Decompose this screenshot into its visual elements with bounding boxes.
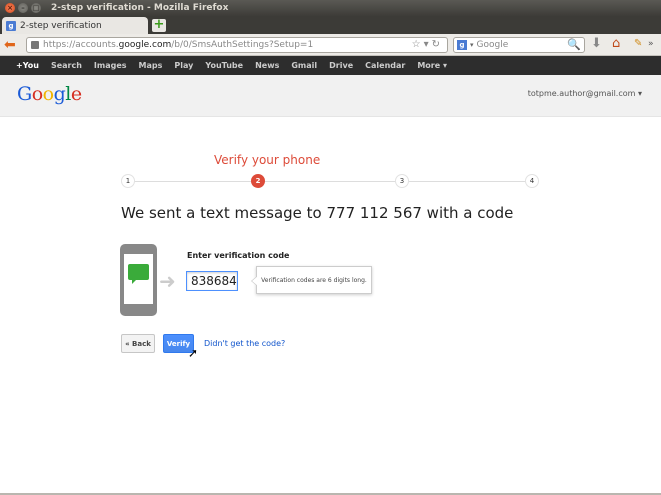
gbar-item-more[interactable]: More ▾ — [417, 61, 447, 70]
code-hint-tooltip: Verification codes are 6 digits long. — [251, 266, 372, 294]
search-engine-icon[interactable]: g — [457, 40, 467, 50]
maximize-window-icon[interactable]: □ — [31, 3, 41, 13]
close-window-icon[interactable]: × — [5, 3, 15, 13]
step-2-active: 2 — [251, 174, 265, 188]
bookmark-star-icon[interactable]: ☆▾↻ — [412, 39, 443, 50]
step-1: 1 — [121, 174, 135, 188]
mouse-cursor-icon: ➚ — [188, 346, 199, 360]
url-suffix: /b/0/SmsAuthSettings?Setup=1 — [171, 40, 314, 50]
gbar-item-drive[interactable]: Drive — [329, 61, 353, 70]
url-bar[interactable]: https://accounts. google.com/b/0/SmsAuthS… — [26, 37, 448, 53]
page-headline: We sent a text message to 777 112 567 wi… — [121, 204, 514, 222]
gbar-item-search[interactable]: Search — [51, 61, 82, 70]
phone-screen — [124, 254, 153, 304]
search-engine-dropdown-icon[interactable]: ▾ — [470, 41, 474, 49]
google-logo[interactable]: Google — [17, 83, 82, 105]
gbar-item-images[interactable]: Images — [94, 61, 127, 70]
extension-icon[interactable]: ✎ — [634, 37, 642, 51]
search-icon[interactable]: 🔍 — [567, 38, 581, 51]
tab-bar: g 2-step verification + — [0, 16, 661, 34]
minimize-window-icon[interactable]: – — [18, 3, 28, 13]
url-domain: google.com — [118, 40, 172, 50]
window-title: 2-step verification - Mozilla Firefox — [51, 3, 229, 13]
verification-code-input[interactable]: 838684 — [186, 271, 238, 291]
search-placeholder: Google — [476, 40, 509, 50]
overflow-chevron-icon[interactable]: » — [648, 37, 654, 51]
step-4: 4 — [525, 174, 539, 188]
gbar-item-you[interactable]: +You — [16, 61, 39, 70]
phone-illustration — [120, 244, 157, 316]
page-header: Google totpme.author@gmail.com ▾ — [0, 75, 661, 117]
account-menu[interactable]: totpme.author@gmail.com ▾ — [528, 89, 642, 98]
gbar-item-calendar[interactable]: Calendar — [365, 61, 405, 70]
window-titlebar: × – □ 2-step verification - Mozilla Fire… — [0, 0, 661, 16]
step-title: Verify your phone — [214, 153, 321, 167]
navigation-toolbar: ⬅ https://accounts. google.com/b/0/SmsAut… — [0, 34, 661, 56]
step-progress-line — [128, 181, 532, 182]
didnt-get-code-link[interactable]: Didn't get the code? — [204, 339, 285, 348]
url-prefix: https://accounts. — [43, 40, 119, 50]
arrow-right-icon: ➜ — [159, 269, 176, 293]
download-icon[interactable]: ⬇ — [591, 37, 602, 51]
gbar-item-news[interactable]: News — [255, 61, 279, 70]
site-identity-icon[interactable] — [31, 41, 39, 49]
gbar-item-gmail[interactable]: Gmail — [291, 61, 317, 70]
step-3: 3 — [395, 174, 409, 188]
home-icon[interactable]: ⌂ — [612, 37, 620, 51]
gbar-item-play[interactable]: Play — [174, 61, 193, 70]
code-label: Enter verification code — [187, 251, 290, 260]
tab-2-step-verification[interactable]: g 2-step verification — [2, 17, 148, 34]
tab-label: 2-step verification — [20, 20, 102, 31]
back-button[interactable]: « Back — [121, 334, 155, 353]
sms-message-icon — [128, 264, 149, 284]
gbar-item-maps[interactable]: Maps — [139, 61, 163, 70]
new-tab-button[interactable]: + — [152, 18, 166, 32]
gbar-item-youtube[interactable]: YouTube — [205, 61, 243, 70]
back-arrow-icon[interactable]: ⬅ — [4, 38, 16, 52]
google-bar: +You Search Images Maps Play YouTube New… — [0, 56, 661, 75]
search-bar[interactable]: g ▾ Google 🔍 — [453, 37, 585, 53]
google-favicon-icon: g — [6, 20, 16, 31]
